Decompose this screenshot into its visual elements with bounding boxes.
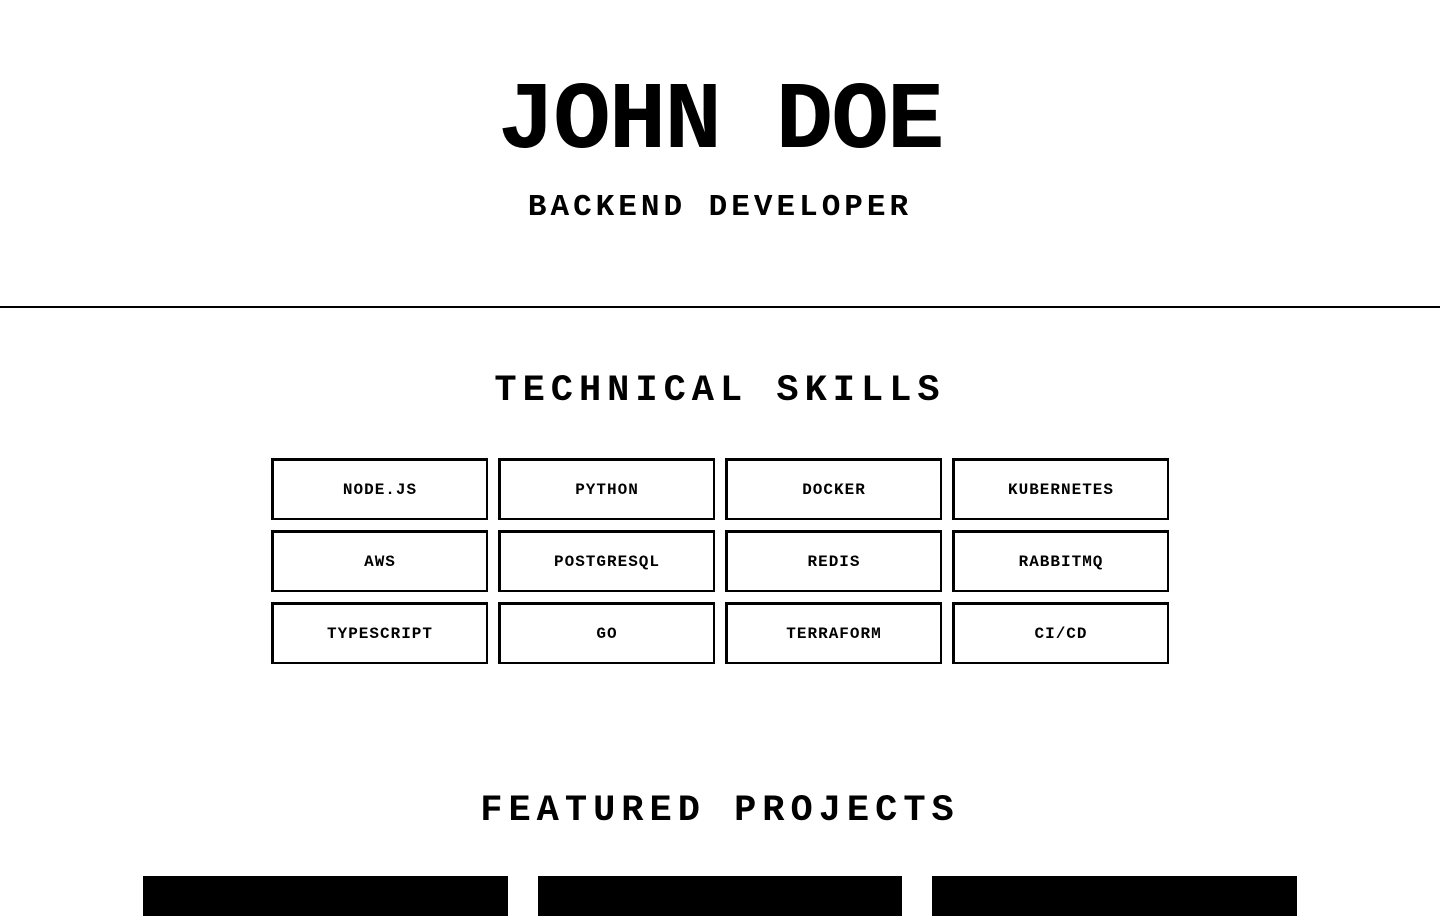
projects-grid xyxy=(143,876,1297,916)
project-card[interactable] xyxy=(932,876,1297,916)
skill-tag[interactable]: PYTHON xyxy=(498,458,715,520)
project-card[interactable] xyxy=(537,876,903,916)
skill-tag[interactable]: POSTGRESQL xyxy=(498,530,715,592)
skill-tag[interactable]: DOCKER xyxy=(725,458,942,520)
project-card[interactable] xyxy=(143,876,508,916)
skills-heading: TECHNICAL SKILLS xyxy=(494,370,946,412)
skills-section: TECHNICAL SKILLS NODE.JS PYTHON DOCKER K… xyxy=(0,308,1440,664)
skill-tag[interactable]: REDIS xyxy=(725,530,942,592)
hero-header: JOHN DOE BACKEND DEVELOPER xyxy=(0,0,1440,308)
projects-heading: FEATURED PROJECTS xyxy=(480,790,960,832)
skill-tag[interactable]: AWS xyxy=(271,530,488,592)
skills-grid: NODE.JS PYTHON DOCKER KUBERNETES AWS POS… xyxy=(271,458,1169,664)
skill-tag[interactable]: RABBITMQ xyxy=(952,530,1169,592)
skill-tag[interactable]: KUBERNETES xyxy=(952,458,1169,520)
skill-tag[interactable]: GO xyxy=(498,602,715,664)
skill-tag[interactable]: CI/CD xyxy=(952,602,1169,664)
role-subtitle: BACKEND DEVELOPER xyxy=(527,190,913,225)
skill-tag[interactable]: TERRAFORM xyxy=(725,602,942,664)
skill-tag[interactable]: TYPESCRIPT xyxy=(271,602,488,664)
projects-section: FEATURED PROJECTS xyxy=(0,790,1440,916)
skill-tag[interactable]: NODE.JS xyxy=(271,458,488,520)
name-title: JOHN DOE xyxy=(497,67,945,176)
